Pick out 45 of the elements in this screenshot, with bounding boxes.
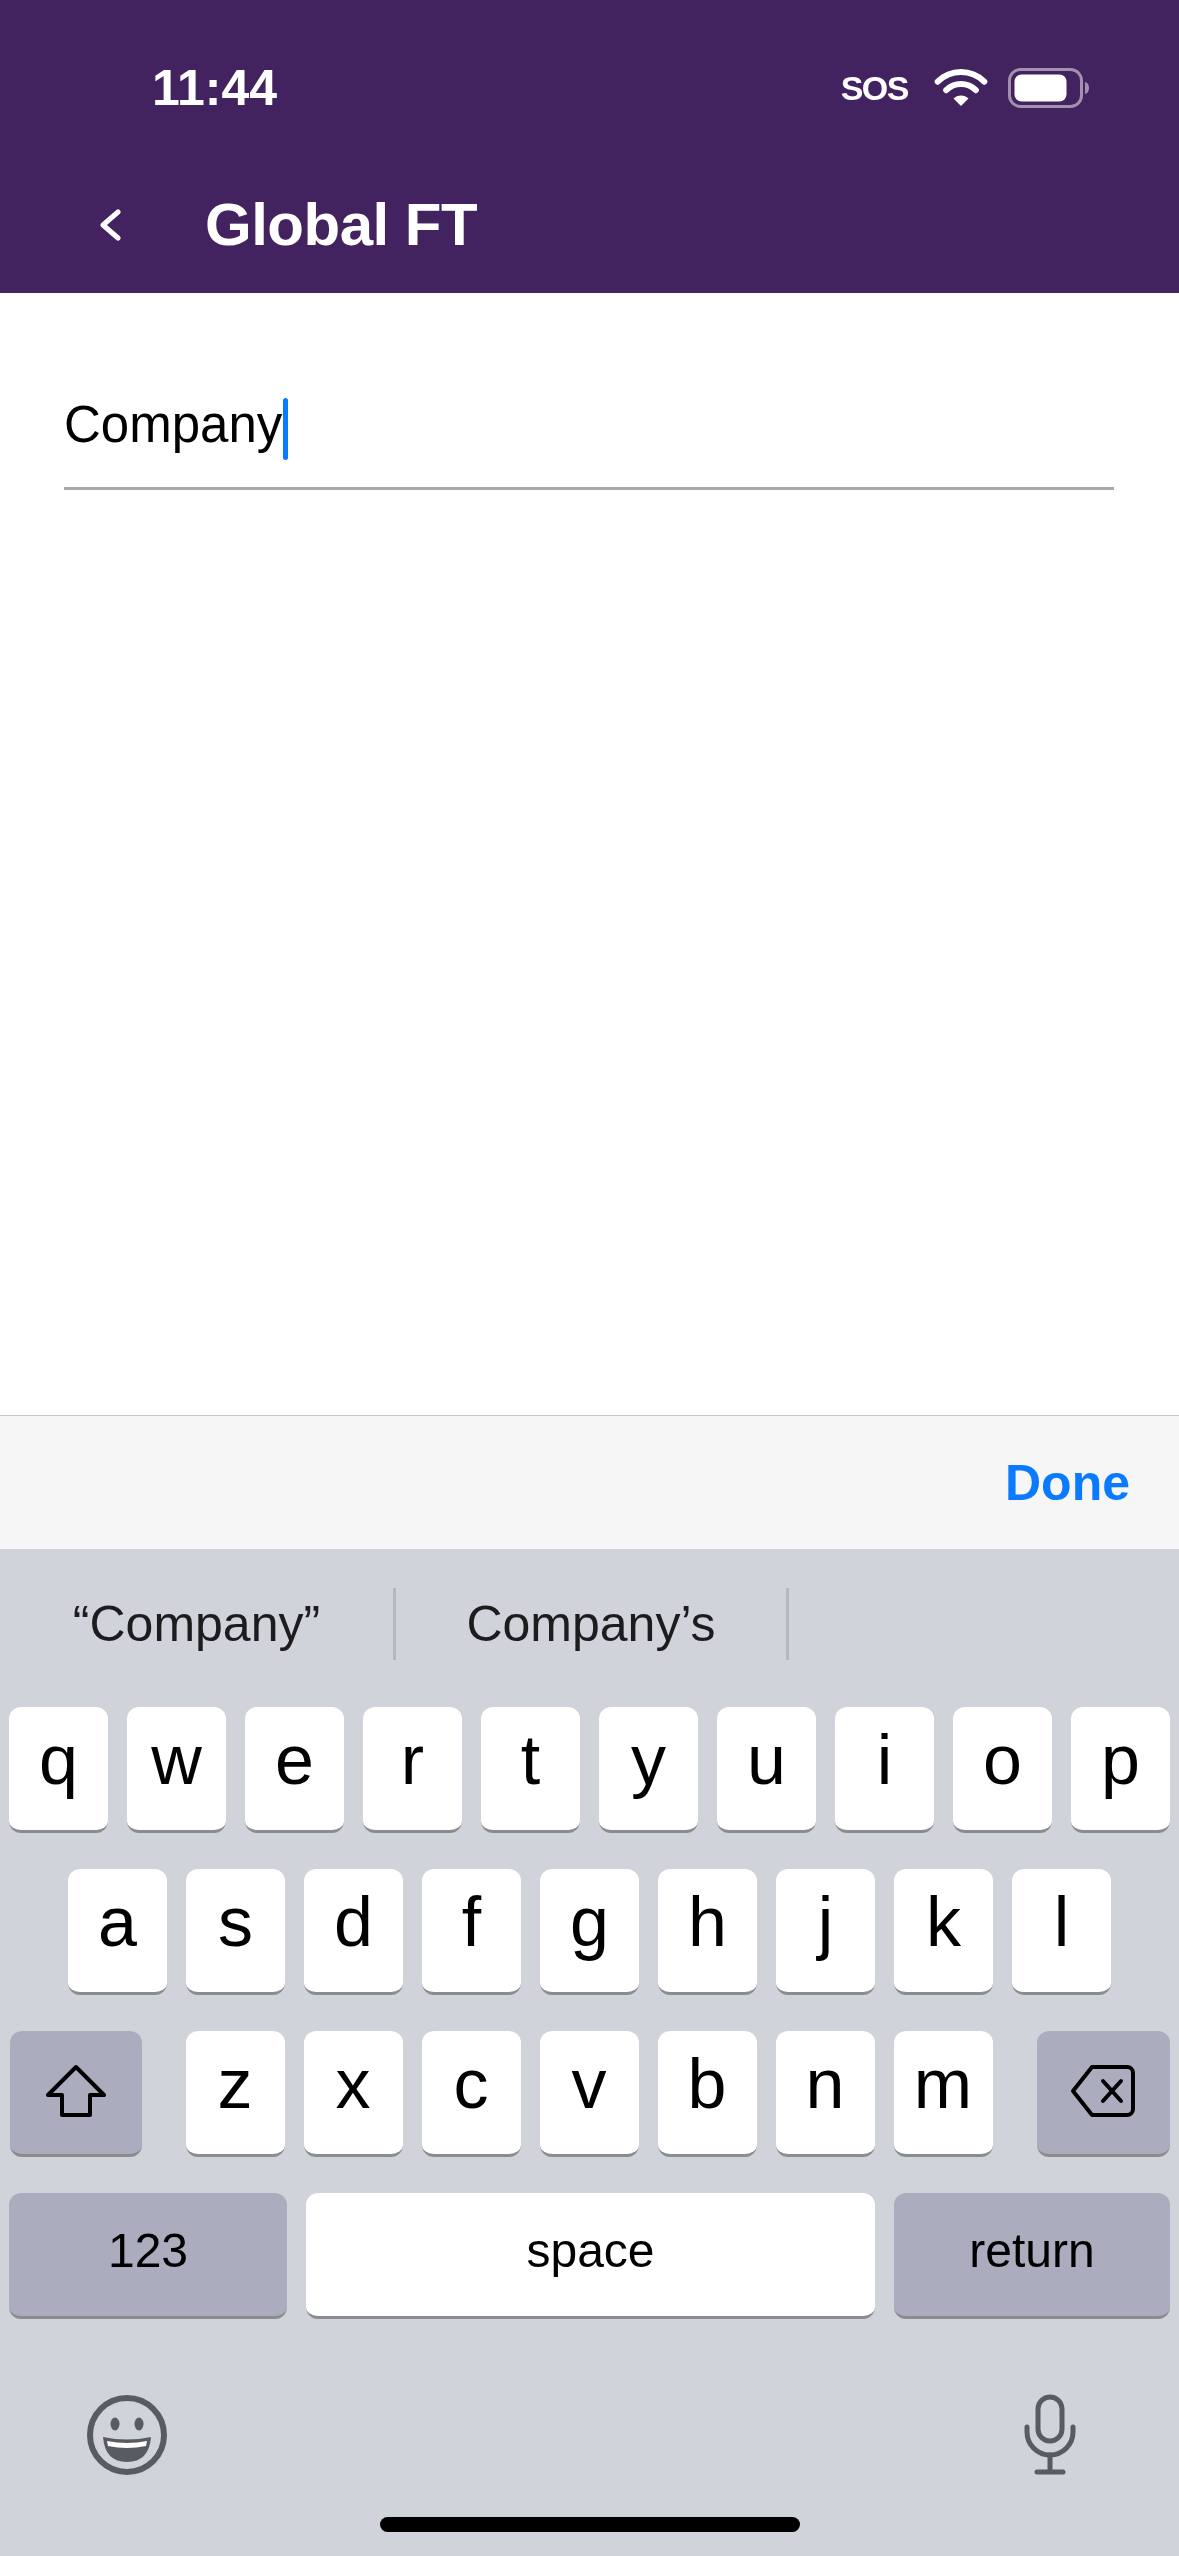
keyboard-key[interactable]: z xyxy=(185,2031,285,2157)
space-key[interactable]: space xyxy=(306,2193,875,2319)
keyboard-key[interactable]: y xyxy=(599,1707,698,1833)
keyboard-key[interactable]: d xyxy=(304,1869,403,1995)
keyboard-key[interactable]: g xyxy=(540,1869,639,1995)
keyboard-key[interactable]: t xyxy=(481,1707,580,1833)
keyboard-key[interactable]: w xyxy=(127,1707,226,1833)
keyboard-key[interactable]: n xyxy=(775,2031,875,2157)
keyboard-key[interactable]: s xyxy=(186,1869,285,1995)
keyboard-key[interactable]: e xyxy=(245,1707,344,1833)
keyboard-key[interactable]: u xyxy=(717,1707,816,1833)
return-key[interactable]: return xyxy=(894,2193,1170,2319)
keyboard-key[interactable]: r xyxy=(363,1707,462,1833)
delete-key[interactable] xyxy=(1036,2031,1170,2157)
keyboard-key[interactable]: o xyxy=(953,1707,1052,1833)
suggestion-item[interactable]: Company’s xyxy=(466,1594,716,1654)
microphone-icon[interactable] xyxy=(1022,2393,1078,2476)
battery-icon xyxy=(1008,68,1090,108)
keyboard-key[interactable]: i xyxy=(835,1707,934,1833)
backspace-icon xyxy=(1070,2064,1136,2118)
nav-title: Global FT xyxy=(205,190,478,260)
keyboard-key[interactable]: f xyxy=(422,1869,521,1995)
done-button[interactable]: Done xyxy=(1005,1452,1130,1513)
keyboard-key[interactable]: l xyxy=(1012,1869,1111,1995)
back-button[interactable] xyxy=(98,209,122,241)
keyboard-key[interactable]: b xyxy=(657,2031,757,2157)
keyboard-key[interactable]: v xyxy=(539,2031,639,2157)
keyboard-key[interactable]: c xyxy=(421,2031,521,2157)
status-time: 11:44 xyxy=(152,59,278,118)
keyboard-key[interactable]: k xyxy=(894,1869,993,1995)
suggestion-item[interactable]: “Company” xyxy=(72,1594,321,1654)
wifi-icon xyxy=(934,68,988,108)
keyboard-key[interactable]: x xyxy=(303,2031,403,2157)
keyboard-key[interactable]: q xyxy=(9,1707,108,1833)
chevron-left-icon xyxy=(98,209,122,241)
smiley-face-icon[interactable] xyxy=(86,2393,168,2476)
keyboard-key[interactable]: h xyxy=(658,1869,757,1995)
keyboard-key[interactable]: j xyxy=(776,1869,875,1995)
keyboard-key[interactable]: a xyxy=(68,1869,167,1995)
numbers-key[interactable]: 123 xyxy=(9,2193,287,2319)
keyboard-key[interactable]: p xyxy=(1071,1707,1170,1833)
network-status-label: SOS xyxy=(840,68,908,108)
shift-key[interactable] xyxy=(9,2031,142,2157)
keyboard-key[interactable]: m xyxy=(893,2031,993,2157)
shift-icon xyxy=(44,2064,107,2118)
